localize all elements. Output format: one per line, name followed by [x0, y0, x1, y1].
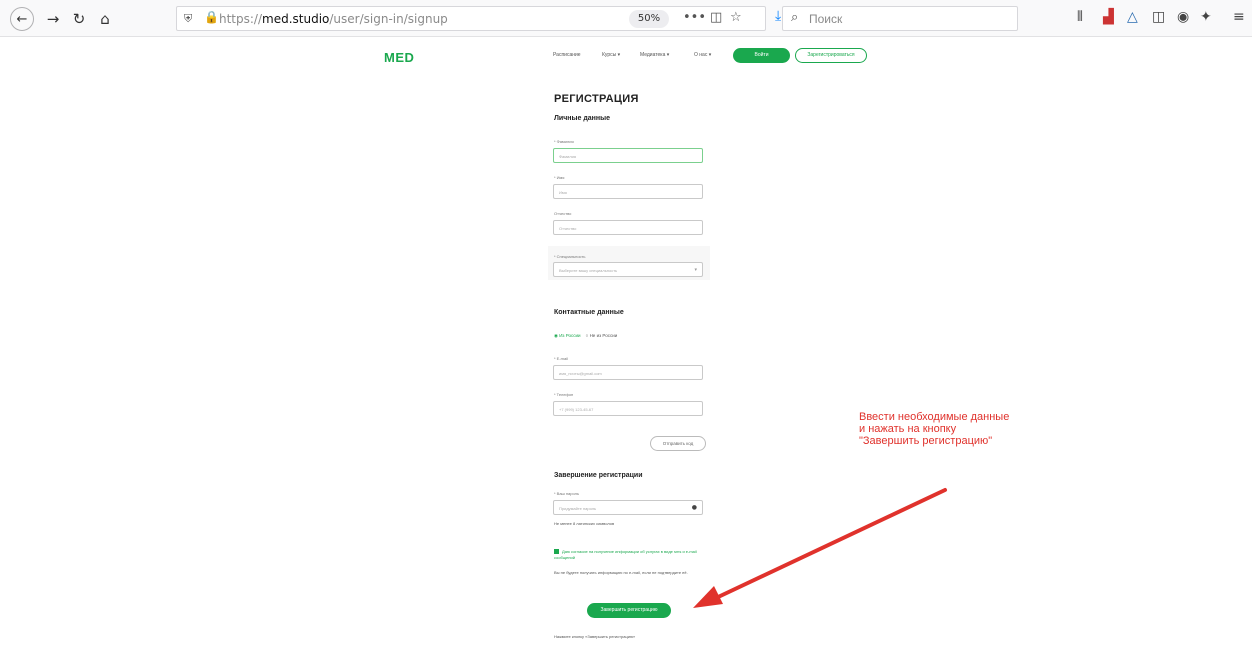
personal-section-title: Личные данные	[554, 115, 610, 122]
password-label: * Ваш пароль	[554, 491, 580, 496]
patronymic-placeholder: Отчество	[559, 226, 577, 231]
account-icon[interactable]: ◉	[1177, 9, 1189, 25]
nav-schedule[interactable]: Расписание	[553, 52, 581, 58]
search-bar[interactable]: ⌕ Поиск	[782, 6, 1018, 31]
name-input[interactable]: Имя	[553, 184, 703, 199]
url-text[interactable]: https://med.studio/user/sign-in/signup	[219, 12, 448, 26]
nav-about[interactable]: О нас ▾	[694, 52, 711, 58]
surname-placeholder: Фамилия	[559, 154, 576, 159]
phone-input[interactable]: +7 (999) 123-45-67	[553, 401, 703, 416]
surname-input[interactable]: Фамилия	[553, 148, 703, 163]
radio-russia[interactable]: ◉ Из России	[554, 333, 581, 338]
nav-media[interactable]: Медиатека ▾	[640, 52, 669, 58]
checkbox-checked-icon[interactable]	[554, 549, 559, 555]
lock-icon[interactable]: 🔒	[204, 10, 219, 24]
bookmark-star-icon[interactable]: ☆	[730, 10, 742, 25]
menu-icon[interactable]: ≡	[1233, 9, 1245, 25]
consent-note: Вы не будете получать информацию по e-ma…	[554, 570, 688, 575]
reload-icon[interactable]: ↻	[68, 8, 90, 30]
library-icon[interactable]: ⫴	[1077, 9, 1083, 25]
instruction-annotation: Ввести необходимые данные и нажать на кн…	[859, 411, 1009, 447]
extension-red-icon[interactable]: ▟	[1103, 9, 1114, 25]
sidebar-icon[interactable]: ◫	[1152, 9, 1165, 25]
chevron-down-icon: ▾	[694, 267, 697, 273]
url-bar[interactable]: ⛨ 🔒 https://med.studio/user/sign-in/sign…	[176, 6, 766, 31]
radio-abroad[interactable]: ○ Не из России	[586, 333, 618, 338]
patronymic-label: Отчество	[554, 211, 572, 216]
login-button[interactable]: Войти	[733, 48, 790, 63]
pocket-icon[interactable]: ◫	[710, 10, 722, 25]
surname-label: * Фамилия	[554, 139, 574, 144]
consent-checkbox[interactable]: Даю согласие на получение информации об …	[554, 549, 704, 561]
search-icon: ⌕	[791, 10, 799, 25]
consent-text: Даю согласие на получение информации об …	[554, 549, 697, 560]
phone-placeholder: +7 (999) 123-45-67	[559, 407, 594, 412]
browser-toolbar: ← → ↻ ⌂ ⛨ 🔒 https://med.studio/user/sign…	[0, 0, 1252, 37]
tracking-shield-icon[interactable]: ⛨	[184, 12, 197, 26]
register-button[interactable]: Зарегистрироваться	[795, 48, 867, 63]
annotation-line-3: "Завершить регистрацию"	[859, 435, 993, 447]
send-code-button[interactable]: Отправить код	[650, 436, 706, 451]
specialty-label: * Специальность	[554, 254, 586, 259]
country-radio-group: ◉ Из России ○ Не из России	[554, 333, 617, 339]
contacts-section-title: Контактные данные	[554, 309, 624, 316]
site-logo[interactable]: MED	[384, 50, 414, 65]
annotation-line-1: Ввести необходимые данные	[859, 411, 1010, 423]
password-hint: Не менее 8 латинских символов	[554, 521, 615, 526]
name-placeholder: Имя	[559, 190, 567, 195]
specialty-placeholder: Выберите вашу специальность	[559, 268, 618, 273]
email-input[interactable]: имя_почты@gmail.com	[553, 365, 703, 380]
zoom-level-badge[interactable]: 50%	[629, 10, 669, 28]
password-placeholder: Придумайте пароль	[559, 506, 597, 511]
search-placeholder: Поиск	[809, 12, 843, 26]
nav-courses[interactable]: Курсы ▾	[602, 52, 620, 58]
finish-registration-button[interactable]: Завершить регистрацию	[587, 603, 671, 618]
patronymic-input[interactable]: Отчество	[553, 220, 703, 235]
show-password-icon[interactable]: ●	[692, 504, 697, 511]
extension-drive-icon[interactable]: △	[1127, 9, 1138, 25]
email-placeholder: имя_почты@gmail.com	[559, 371, 602, 376]
email-label: * E-mail	[554, 356, 569, 361]
page-title: РЕГИСТРАЦИЯ	[554, 93, 639, 105]
name-label: * Имя	[554, 175, 565, 180]
download-icon[interactable]: ⤓	[775, 8, 781, 24]
page-actions-icon[interactable]: •••	[683, 10, 706, 25]
bottom-note: Нажмите кнопку «Завершить регистрацию»	[554, 634, 636, 639]
phone-label: * Телефон	[554, 392, 574, 397]
password-input[interactable]: Придумайте пароль ●	[553, 500, 703, 515]
specialty-select[interactable]: Выберите вашу специальность ▾	[553, 262, 703, 277]
back-icon[interactable]: ←	[10, 7, 34, 31]
forward-icon[interactable]: →	[42, 8, 64, 30]
annotation-line-2: и нажать на кнопку	[859, 423, 957, 435]
extension-icon[interactable]: ✦	[1200, 9, 1212, 25]
finish-section-title: Завершение регистрации	[554, 472, 643, 479]
home-icon[interactable]: ⌂	[94, 8, 116, 30]
